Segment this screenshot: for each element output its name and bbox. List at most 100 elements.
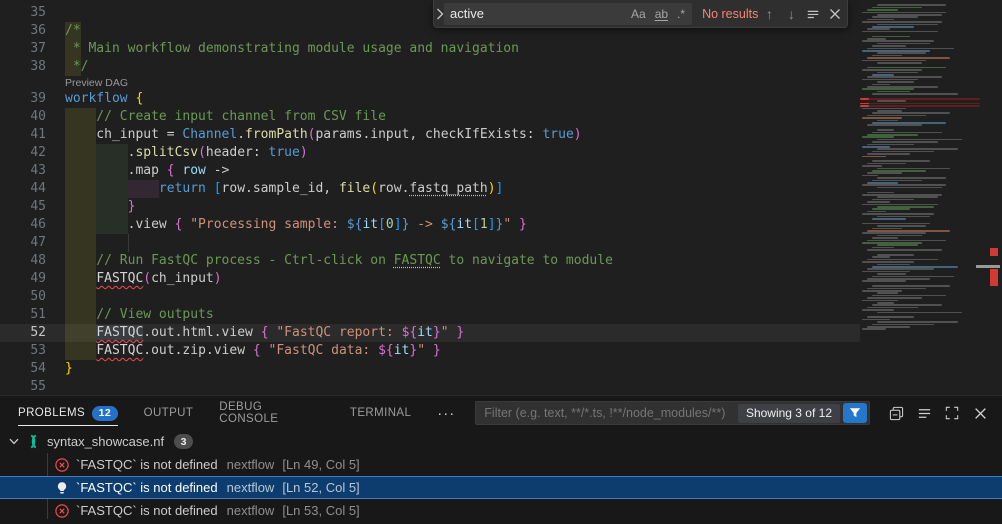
find-input[interactable] [450, 6, 626, 21]
find-in-selection-button[interactable] [802, 3, 824, 25]
bottom-panel: PROBLEMS 12 OUTPUT DEBUG CONSOLE TERMINA… [0, 395, 1002, 524]
line-number[interactable]: 55 [0, 378, 46, 395]
code-text: workflow { [65, 90, 143, 108]
view-as-table-icon[interactable] [912, 401, 936, 425]
tab-debug-console[interactable]: DEBUG CONSOLE [219, 396, 324, 430]
tab-problems[interactable]: PROBLEMS 12 [18, 396, 118, 430]
problem-source: nextflow [227, 480, 275, 495]
overview-ruler[interactable] [986, 0, 1002, 395]
problem-location: [Ln 53, Col 5] [282, 503, 359, 518]
filter-funnel-icon[interactable] [843, 403, 867, 423]
problems-count-badge: 12 [92, 406, 117, 421]
line-number[interactable]: 38 [0, 58, 46, 76]
indent-guide [128, 234, 129, 252]
code-line-45[interactable]: 45 } [0, 198, 860, 216]
codelens-preview-dag[interactable]: Preview DAG [65, 76, 128, 90]
line-number[interactable]: 39 [0, 90, 46, 108]
find-results-label: No results [702, 7, 758, 21]
line-number[interactable]: 48 [0, 252, 46, 270]
group-file-name: syntax_showcase.nf [47, 434, 164, 449]
code-line-55[interactable]: 55 [0, 378, 860, 395]
showing-count-badge: Showing 3 of 12 [738, 404, 840, 423]
code-line-47[interactable]: 47 [0, 234, 860, 252]
minimap[interactable] [860, 0, 986, 380]
code-text: // Run FastQC process - Ctrl-click on FA… [65, 252, 613, 270]
code-lines[interactable]: 3536/*37 * Main workflow demonstrating m… [0, 0, 860, 395]
problems-tree: syntax_showcase.nf 3 `FASTQC` is not def… [0, 430, 1002, 524]
code-line-37[interactable]: 37 * Main workflow demonstrating module … [0, 40, 860, 58]
code-text: } [65, 360, 73, 378]
line-number[interactable]: 36 [0, 22, 46, 40]
code-line-48[interactable]: 48 // Run FastQC process - Ctrl-click on… [0, 252, 860, 270]
line-number[interactable]: 54 [0, 360, 46, 378]
line-number[interactable]: 45 [0, 198, 46, 216]
code-line-40[interactable]: 40 // Create input channel from CSV file [0, 108, 860, 126]
problem-location: [Ln 52, Col 5] [282, 480, 359, 495]
more-tabs-icon[interactable]: ··· [437, 405, 455, 422]
code-line-54[interactable]: 54} [0, 360, 860, 378]
code-line-51[interactable]: 51 // View outputs [0, 306, 860, 324]
chevron-down-icon[interactable] [6, 438, 22, 445]
regex-toggle[interactable]: .* [673, 6, 689, 22]
code-line-39[interactable]: 39 workflow { [0, 90, 860, 108]
line-number[interactable]: 40 [0, 108, 46, 126]
cursor-position-marker [976, 265, 1000, 268]
error-marker [990, 248, 998, 256]
error-marker [990, 269, 998, 286]
whole-word-toggle[interactable]: ab [651, 6, 672, 22]
close-panel-icon[interactable] [968, 401, 992, 425]
panel-actions [880, 401, 992, 425]
code-line-50[interactable]: 50 [0, 288, 860, 306]
find-widget: Aa ab .* No results ↑ ↓ [433, 0, 848, 28]
line-number[interactable]: 53 [0, 342, 46, 360]
error-icon [54, 457, 70, 473]
line-number[interactable]: 43 [0, 162, 46, 180]
line-number[interactable]: 51 [0, 306, 46, 324]
maximize-panel-icon[interactable] [940, 401, 964, 425]
problem-row-1[interactable]: `FASTQC` is not definednextflow[Ln 49, C… [0, 453, 1002, 476]
match-case-toggle[interactable]: Aa [627, 6, 650, 22]
tab-terminal[interactable]: TERMINAL [350, 396, 411, 430]
tab-output[interactable]: OUTPUT [144, 396, 194, 430]
code-line-43[interactable]: 43 .map { row -> [0, 162, 860, 180]
line-number[interactable]: 49 [0, 270, 46, 288]
line-number[interactable]: 46 [0, 216, 46, 234]
code-line-41[interactable]: 41 ch_input = Channel.fromPath(params.in… [0, 126, 860, 144]
problem-row-3[interactable]: `FASTQC` is not definednextflow[Ln 53, C… [0, 499, 1002, 522]
close-find-icon[interactable] [824, 3, 846, 25]
indent-band [65, 288, 96, 306]
lightbulb-icon [54, 480, 70, 496]
code-line-49[interactable]: 49 FASTQC(ch_input) [0, 270, 860, 288]
line-number[interactable]: 42 [0, 144, 46, 162]
problems-group-row[interactable]: syntax_showcase.nf 3 [0, 430, 1002, 453]
tab-problems-label: PROBLEMS [18, 407, 85, 419]
find-next-button[interactable]: ↓ [780, 3, 802, 25]
editor-pane[interactable]: 3536/*37 * Main workflow demonstrating m… [0, 0, 1002, 395]
line-number[interactable]: 35 [0, 4, 46, 22]
code-line-52[interactable]: 52 FASTQC.out.html.view { "FastQC report… [0, 324, 860, 342]
line-number[interactable]: 37 [0, 40, 46, 58]
panel-header: PROBLEMS 12 OUTPUT DEBUG CONSOLE TERMINA… [0, 396, 1002, 430]
toggle-replace-chevron-icon[interactable] [436, 3, 444, 25]
line-number[interactable]: 52 [0, 324, 46, 342]
code-line-42[interactable]: 42 .splitCsv(header: true) [0, 144, 860, 162]
line-number[interactable]: 41 [0, 126, 46, 144]
code-line-38[interactable]: 38 */ [0, 58, 860, 76]
code-line-46[interactable]: 46 .view { "Processing sample: ${it[0]} … [0, 216, 860, 234]
line-number[interactable]: 47 [0, 234, 46, 252]
line-number[interactable]: 44 [0, 180, 46, 198]
code-text: // Create input channel from CSV file [65, 108, 386, 126]
indent-band [65, 234, 96, 252]
code-line-44[interactable]: 44 return [row.sample_id, file(row.fastq… [0, 180, 860, 198]
line-number[interactable]: 50 [0, 288, 46, 306]
code-text: // View outputs [65, 306, 214, 324]
problems-filter-input[interactable] [484, 406, 738, 420]
code-text: FASTQC(ch_input) [65, 270, 222, 288]
collapse-all-icon[interactable] [884, 401, 908, 425]
code-line-53[interactable]: 53 FASTQC.out.zip.view { "FastQC data: $… [0, 342, 860, 360]
error-icon [54, 503, 70, 519]
find-previous-button[interactable]: ↑ [758, 3, 780, 25]
problem-message: `FASTQC` is not defined [76, 503, 218, 518]
problem-message: `FASTQC` is not defined [76, 457, 218, 472]
problem-row-2[interactable]: `FASTQC` is not definednextflow[Ln 52, C… [0, 476, 1002, 499]
